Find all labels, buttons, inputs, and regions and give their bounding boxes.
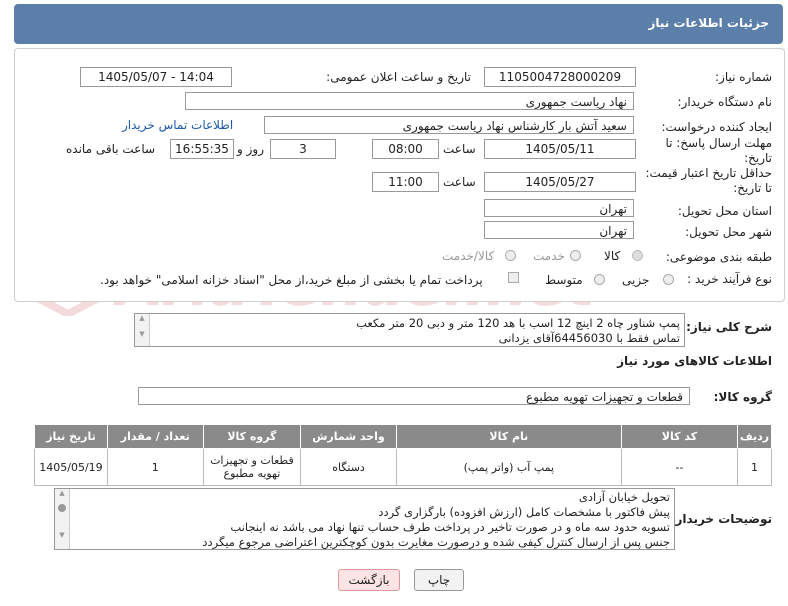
page-header: جزئیات اطلاعات نیاز	[14, 4, 783, 44]
price-validity-label: حداقل تاریخ اعتبار قیمت:	[645, 166, 772, 180]
contact-info-link[interactable]: اطلاعات تماس خریدار	[122, 118, 233, 132]
col-goods-name: نام کالا	[395, 424, 622, 449]
col-unit: واحد شمارش	[300, 424, 397, 449]
buyer-notes-box[interactable]: تحویل خیابان آزادی پیش فاکتور با مشخصات …	[54, 488, 675, 550]
cell-row: 1	[737, 448, 772, 486]
goods-table: تاریخ نیاز تعداد / مقدار گروه کالا واحد …	[34, 424, 772, 486]
province-field: تهران	[484, 199, 634, 217]
creator-label: ایجاد کننده درخواست:	[661, 120, 772, 134]
buyer-notes-line: تسویه حدود سه ماه و در صورت تاخیر در پرد…	[230, 520, 670, 534]
category-label: طبقه بندی موضوعی:	[665, 250, 772, 264]
cell-unit: دستگاه	[300, 448, 397, 486]
general-description-line1: پمپ شناور چاه 2 اینچ 12 اسب با هد 120 مت…	[356, 316, 680, 330]
general-description-box[interactable]: پمپ شناور چاه 2 اینچ 12 اسب با هد 120 مت…	[134, 313, 685, 347]
buyer-org-field: نهاد ریاست جمهوری	[185, 92, 634, 110]
table-row: 1405/05/19 1 قطعات و تجهیزات تهویه مطبوع…	[34, 448, 772, 486]
process-option-small: جزیی	[622, 273, 650, 287]
scroll-thumb[interactable]	[58, 504, 66, 512]
col-goods-group: گروه کالا	[202, 424, 302, 449]
col-quantity: تعداد / مقدار	[106, 424, 204, 449]
scroll-up-icon[interactable]: ▲	[135, 314, 149, 322]
goods-group-label: گروه کالا:	[713, 390, 772, 404]
deadline-date-field: 1405/05/11	[484, 139, 636, 159]
remaining-time-field: 16:55:35	[170, 139, 234, 159]
goods-group-field: قطعات و تجهیزات تهویه مطبوع	[138, 387, 690, 405]
category-radio-service[interactable]	[570, 250, 581, 261]
page-title: جزئیات اطلاعات نیاز	[648, 16, 769, 30]
category-option-both: کالا/خدمت	[442, 249, 495, 263]
scroll-up-icon[interactable]: ▲	[55, 489, 69, 498]
buyer-notes-line: جنس پس از ارسال کنترل کیفی شده و درصورت …	[202, 535, 670, 549]
col-need-date: تاریخ نیاز	[34, 424, 108, 449]
goods-table-header: تاریخ نیاز تعداد / مقدار گروه کالا واحد …	[34, 424, 772, 449]
buyer-notes-label: توضیحات خریدار:	[670, 512, 772, 526]
need-number-field: 1105004728000209	[484, 67, 636, 87]
deadline-time-field: 08:00	[372, 139, 439, 159]
cell-need-date: 1405/05/19	[34, 448, 108, 486]
price-time-field: 11:00	[372, 172, 439, 192]
announce-label: تاریخ و ساعت اعلان عمومی:	[326, 70, 471, 84]
days-field: 3	[270, 139, 336, 159]
goods-section-title: اطلاعات کالاهای مورد نیاز	[617, 354, 772, 368]
cell-quantity: 1	[106, 448, 204, 486]
province-label: استان محل تحویل:	[677, 204, 772, 218]
scroll-down-icon[interactable]: ▼	[55, 531, 69, 540]
city-label: شهر محل تحویل:	[685, 225, 772, 239]
price-date-field: 1405/05/27	[484, 172, 636, 192]
announce-field: 1405/05/07 - 14:04	[80, 67, 232, 87]
process-radio-medium[interactable]	[594, 274, 605, 285]
process-option-medium: متوسط	[545, 273, 583, 287]
buyer-notes-scrollbar[interactable]: ▲ ▼	[55, 489, 70, 549]
general-description-label: شرح کلی نیاز:	[686, 320, 772, 334]
deadline-label-date: تاریخ:	[744, 151, 772, 165]
scroll-down-icon[interactable]: ▼	[135, 330, 149, 338]
category-option-service: خدمت	[533, 249, 565, 263]
creator-field: سعید آتش بار کارشناس نهاد ریاست جمهوری	[264, 116, 634, 134]
payment-checkbox[interactable]	[508, 272, 519, 283]
deadline-hour-label: ساعت	[443, 142, 476, 156]
cell-goods-group: قطعات و تجهیزات تهویه مطبوع	[202, 448, 302, 486]
category-option-goods: کالا	[604, 249, 621, 263]
general-description-line2: تماس فقط با 64456030آقای یزدانی	[498, 331, 680, 345]
need-number-label: شماره نیاز:	[715, 70, 772, 84]
col-row: ردیف	[737, 424, 772, 449]
days-label: روز و	[237, 142, 264, 156]
buyer-org-label: نام دستگاه خریدار:	[677, 95, 773, 109]
deadline-label: مهلت ارسال پاسخ: تا	[665, 136, 772, 150]
buyer-notes-line: پیش فاکتور با مشخصات کامل (ارزش افزوده) …	[378, 505, 670, 519]
price-hour-label: ساعت	[443, 175, 476, 189]
col-goods-code: کد کالا	[620, 424, 739, 449]
buyer-notes-line: تحویل خیابان آزادی	[578, 490, 670, 504]
category-radio-both[interactable]	[505, 250, 516, 261]
price-validity-label-date: تا تاریخ:	[733, 181, 772, 195]
city-field: تهران	[484, 221, 634, 239]
category-radio-goods[interactable]	[632, 250, 643, 261]
remaining-label: ساعت باقی مانده	[66, 142, 156, 156]
cell-goods-name: پمپ آب (واتر پمپ)	[395, 448, 622, 486]
process-label: نوع فرآیند خرید :	[687, 272, 772, 286]
process-radio-small[interactable]	[663, 274, 674, 285]
payment-note: پرداخت تمام یا بخشی از مبلغ خرید،از محل …	[100, 273, 483, 287]
cell-goods-code: --	[620, 448, 739, 486]
print-button[interactable]: چاپ	[414, 569, 464, 591]
general-description-scrollbar[interactable]: ▲ ▼	[135, 314, 150, 346]
back-button[interactable]: بازگشت	[338, 569, 400, 591]
